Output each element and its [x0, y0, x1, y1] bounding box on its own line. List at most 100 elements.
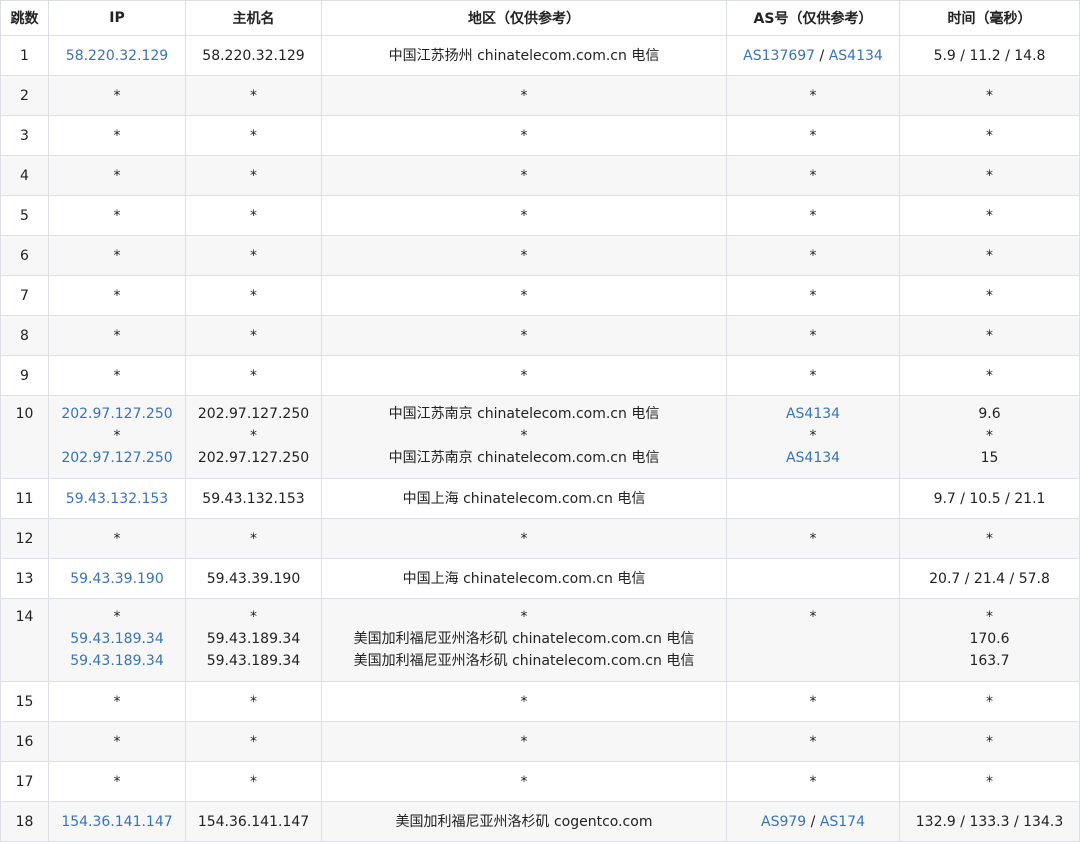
- cell-as: *: [726, 761, 900, 802]
- table-row: 6 * * * * *: [0, 235, 1080, 276]
- ip-link[interactable]: 59.43.189.34: [49, 650, 185, 672]
- time-text: *: [986, 327, 993, 344]
- table-row: 1 58.220.32.129 58.220.32.129 中国江苏扬州 chinat…: [0, 35, 1080, 76]
- ip-link[interactable]: 59.43.39.190: [49, 568, 185, 590]
- cell-time: *: [899, 721, 1080, 762]
- cell-hostname: *: [185, 195, 322, 236]
- ip-unknown: *: [113, 428, 121, 444]
- region-text: *: [520, 428, 528, 444]
- cell-region: 中国上海 chinatelecom.com.cn 电信: [321, 558, 727, 599]
- time-text: *: [986, 167, 993, 184]
- time-text: 15: [980, 450, 999, 466]
- ip-unknown: *: [113, 247, 121, 264]
- cell-hop: 3: [0, 115, 49, 156]
- header-time: 时间（毫秒）: [899, 0, 1080, 36]
- cell-region: *: [321, 315, 727, 356]
- ip-unknown: *: [113, 287, 121, 304]
- as-list: *: [727, 325, 899, 347]
- time-text: *: [986, 127, 993, 144]
- time-text: 20.7 / 21.4 / 57.8: [929, 570, 1050, 587]
- region-text: 中国江苏南京 chinatelecom.com.cn 电信: [388, 406, 660, 422]
- cell-region: *: [321, 155, 727, 196]
- ip-unknown: *: [113, 733, 121, 750]
- ip-link[interactable]: 59.43.132.153: [49, 488, 185, 510]
- table-body: 1 58.220.32.129 58.220.32.129 中国江苏扬州 chinat…: [0, 35, 1080, 842]
- as-unknown: *: [809, 167, 817, 184]
- as-link[interactable]: AS137697: [743, 48, 815, 64]
- ip-link[interactable]: 59.43.189.34: [49, 628, 185, 650]
- as-link[interactable]: AS4134: [727, 447, 899, 469]
- cell-time: *: [899, 195, 1080, 236]
- as-link[interactable]: AS4134: [829, 48, 883, 64]
- time-text: *: [986, 207, 993, 224]
- table-row: 3 * * * * *: [0, 115, 1080, 156]
- table-row: 14 * 59.43.189.34 59.43.189.34 * 59.43.189.34…: [0, 598, 1080, 682]
- region-text: *: [520, 530, 528, 547]
- cell-as: *: [726, 598, 900, 682]
- cell-region: *: [321, 355, 727, 396]
- as-link[interactable]: AS979: [761, 814, 806, 830]
- ip-link[interactable]: 58.220.32.129: [49, 45, 185, 67]
- cell-region: *: [321, 681, 727, 722]
- cell-as: AS4134 * AS4134: [726, 395, 900, 479]
- ip-link[interactable]: 202.97.127.250: [49, 403, 185, 425]
- time-text: 9.6: [978, 406, 1001, 422]
- cell-ip: *: [48, 355, 186, 396]
- time-text: 170.6: [969, 631, 1010, 647]
- hostname-text: *: [250, 428, 257, 444]
- region-text: *: [520, 327, 528, 344]
- cell-as: *: [726, 195, 900, 236]
- region-text: 中国江苏南京 chinatelecom.com.cn 电信: [388, 450, 660, 466]
- traceroute-table: 跳数 IP 主机名 地区（仅供参考） AS号（仅供参考） 时间（毫秒） 1 58.…: [0, 0, 1080, 842]
- cell-time: 9.6 * 15: [899, 395, 1080, 479]
- as-link[interactable]: AS174: [820, 814, 865, 830]
- as-unknown: *: [809, 773, 817, 790]
- ip-link[interactable]: 202.97.127.250: [49, 447, 185, 469]
- cell-as: *: [726, 721, 900, 762]
- region-text: *: [520, 207, 528, 224]
- header-hostname: 主机名: [185, 0, 322, 36]
- cell-hostname: *: [185, 315, 322, 356]
- cell-hop: 2: [0, 75, 49, 116]
- region-text: 美国加利福尼亚州洛杉矶 cogentco.com: [395, 813, 653, 830]
- time-text: *: [986, 609, 993, 625]
- cell-hostname: *: [185, 761, 322, 802]
- cell-ip: * 59.43.189.34 59.43.189.34: [48, 598, 186, 682]
- region-text: 中国江苏扬州 chinatelecom.com.cn 电信: [388, 47, 660, 64]
- region-text: *: [520, 87, 528, 104]
- hostname-text: *: [250, 87, 257, 104]
- as-list: *: [727, 245, 899, 267]
- table-row: 10 202.97.127.250 * 202.97.127.250 202.97.12…: [0, 395, 1080, 479]
- table-row: 5 * * * * *: [0, 195, 1080, 236]
- time-text: 132.9 / 133.3 / 134.3: [915, 813, 1064, 830]
- region-text: 美国加利福尼亚州洛杉矶 chinatelecom.com.cn 电信: [353, 631, 695, 647]
- cell-hop: 6: [0, 235, 49, 276]
- time-text: *: [986, 367, 993, 384]
- cell-hostname: *: [185, 681, 322, 722]
- cell-region: *: [321, 235, 727, 276]
- cell-hostname: *: [185, 275, 322, 316]
- hostname-text: *: [250, 167, 257, 184]
- cell-ip: *: [48, 155, 186, 196]
- region-text: *: [520, 247, 528, 264]
- cell-ip: *: [48, 315, 186, 356]
- table-row: 18 154.36.141.147 154.36.141.147 美国加利福尼亚州洛杉…: [0, 801, 1080, 842]
- ip-unknown: *: [113, 87, 121, 104]
- cell-region: *: [321, 115, 727, 156]
- cell-hop: 1: [0, 35, 49, 76]
- cell-hostname: *: [185, 235, 322, 276]
- region-text: *: [520, 609, 528, 625]
- as-list: *: [727, 691, 899, 713]
- as-list: *: [727, 528, 899, 550]
- cell-as: *: [726, 75, 900, 116]
- cell-time: *: [899, 518, 1080, 559]
- hostname-text: *: [250, 530, 257, 547]
- region-text: 中国上海 chinatelecom.com.cn 电信: [402, 490, 646, 507]
- as-link[interactable]: AS4134: [727, 403, 899, 425]
- cell-hostname: 202.97.127.250 * 202.97.127.250: [185, 395, 322, 479]
- ip-link[interactable]: 154.36.141.147: [49, 811, 185, 833]
- cell-ip: 58.220.32.129: [48, 35, 186, 76]
- cell-as: AS137697 / AS4134: [726, 35, 900, 76]
- hostname-text: *: [250, 773, 257, 790]
- cell-time: *: [899, 315, 1080, 356]
